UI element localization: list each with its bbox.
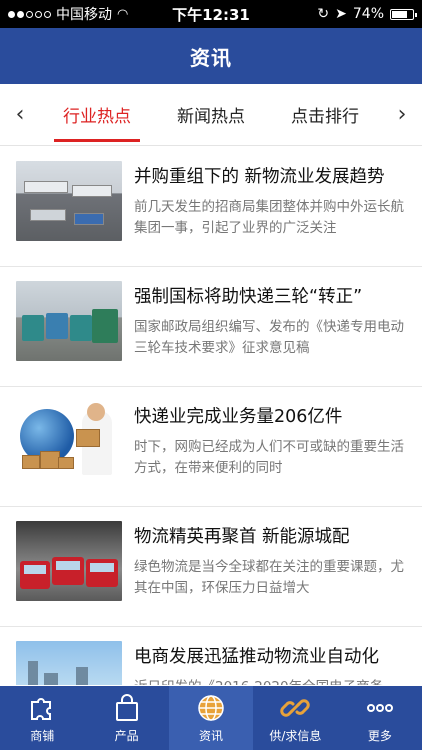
location-icon: ➤ — [335, 6, 347, 22]
news-title: 物流精英再聚首 新能源城配 — [134, 527, 350, 547]
news-thumbnail — [16, 281, 122, 361]
bottom-tab-news[interactable]: 资讯 — [168, 686, 254, 750]
carrier-info: 中国移动 ◠ — [8, 4, 158, 24]
wifi-icon: ◠ — [117, 6, 129, 22]
bottom-tab-supply-demand[interactable]: 供/求信息 — [253, 686, 337, 750]
battery-icon — [390, 8, 417, 20]
news-thumbnail — [16, 641, 122, 685]
category-tabs: ‹ 行业热点 新闻热点 点击排行 › — [0, 84, 422, 146]
page-title: 资讯 — [190, 45, 232, 70]
news-summary: 近日印发的《2016-2020年全国电子商务 — [134, 677, 410, 685]
news-item[interactable]: 并购重组下的 新物流业发展趋势 前几天发生的招商局集团整体并购中外运长航集团一事… — [0, 147, 422, 267]
chevron-right-icon[interactable]: › — [382, 84, 422, 146]
news-item[interactable]: 强制国标将助快递三轮“转正” 国家邮政局组织编写、发布的《快递专用电动三轮车技术… — [0, 267, 422, 387]
bottom-tab-label: 商铺 — [30, 728, 55, 743]
news-item[interactable]: 物流精英再聚首 新能源城配 绿色物流是当今全球都在关注的重要课题，尤其在中国，环… — [0, 507, 422, 627]
bottom-tab-label: 资讯 — [199, 728, 224, 743]
news-item[interactable]: 电商发展迅猛推动物流业自动化 近日印发的《2016-2020年全国电子商务 — [0, 627, 422, 685]
bottom-tab-more[interactable]: 更多 — [338, 686, 422, 750]
bottom-tab-bar: 商铺 产品 资讯 供/求信息 更多 — [0, 686, 422, 750]
status-time: 下午12:31 — [172, 5, 250, 24]
news-summary: 绿色物流是当今全球都在关注的重要课题，尤其在中国，环保压力日益增大 — [134, 559, 404, 596]
news-thumbnail — [16, 401, 122, 481]
rotation-lock-icon: ↻ — [317, 6, 330, 22]
bag-icon — [115, 693, 138, 721]
news-title: 快递业完成业务量206亿件 — [134, 407, 343, 427]
globe-icon — [198, 694, 224, 721]
news-item[interactable]: 快递业完成业务量206亿件 时下，网购已经成为人们不可或缺的重要生活方式，在带来… — [0, 387, 422, 507]
news-summary: 国家邮政局组织编写、发布的《快递专用电动三轮车技术要求》征求意见稿 — [134, 319, 404, 356]
bottom-tab-label: 产品 — [114, 728, 139, 743]
navigation-bar: 资讯 — [0, 28, 422, 84]
puzzle-icon — [31, 697, 52, 720]
link-icon — [280, 698, 311, 717]
tab-news-hot[interactable]: 新闻热点 — [154, 84, 268, 146]
bottom-tab-label: 更多 — [367, 728, 392, 743]
bottom-tab-products[interactable]: 产品 — [84, 686, 168, 750]
news-list: 并购重组下的 新物流业发展趋势 前几天发生的招商局集团整体并购中外运长航集团一事… — [0, 147, 422, 685]
news-thumbnail — [16, 521, 122, 601]
news-title: 强制国标将助快递三轮“转正” — [134, 287, 363, 307]
news-title: 电商发展迅猛推动物流业自动化 — [134, 647, 379, 667]
signal-strength-icon — [8, 10, 51, 18]
bottom-tab-label: 供/求信息 — [269, 728, 322, 743]
bottom-tab-shops[interactable]: 商铺 — [0, 686, 84, 750]
chevron-left-icon[interactable]: ‹ — [0, 84, 40, 146]
tab-click-ranking[interactable]: 点击排行 — [268, 84, 382, 146]
news-title: 并购重组下的 新物流业发展趋势 — [134, 167, 385, 187]
news-thumbnail — [16, 161, 122, 241]
status-bar: 中国移动 ◠ 下午12:31 ↻ ➤ 74% — [0, 0, 422, 28]
tab-industry-hot[interactable]: 行业热点 — [40, 84, 154, 146]
carrier-name: 中国移动 — [56, 7, 112, 23]
news-summary: 时下，网购已经成为人们不可或缺的重要生活方式，在带来便利的同时 — [134, 439, 404, 476]
news-summary: 前几天发生的招商局集团整体并购中外运长航集团一事，引起了业界的广泛关注 — [134, 199, 404, 236]
more-dots-icon — [366, 703, 393, 712]
battery-percent: 74% — [352, 6, 384, 22]
